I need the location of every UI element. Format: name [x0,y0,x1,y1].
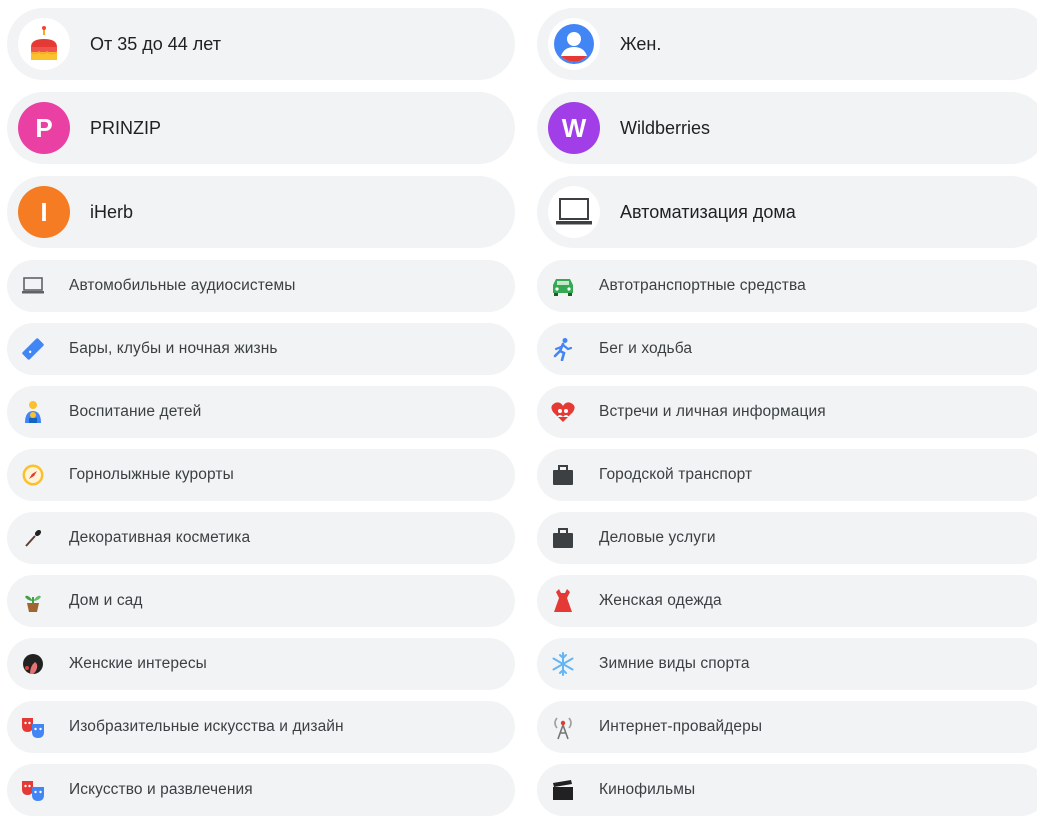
chip-interest[interactable]: Встречи и личная информация [537,386,1037,438]
makeup-brush-icon [19,524,47,552]
chip-interest[interactable]: Бары, клубы и ночная жизнь [7,323,515,375]
car-icon [549,272,577,300]
clapperboard-icon [549,776,577,804]
letter-avatar: W [548,102,600,154]
chip-label: Бары, клубы и ночная жизнь [69,340,278,357]
chip-label: Декоративная косметика [69,529,251,546]
birthday-cake-icon [18,18,70,70]
chip-interest[interactable]: Воспитание детей [7,386,515,438]
chip-interest[interactable]: Искусство и развлечения [7,764,515,816]
briefcase-icon [549,461,577,489]
chip-brand-prinzip[interactable]: P PRINZIP [7,92,515,164]
chip-label: Женские интересы [69,655,207,672]
chip-brand-wildberries[interactable]: W Wildberries [537,92,1037,164]
chip-interest[interactable]: Интернет-провайдеры [537,701,1037,753]
chip-label: Воспитание детей [69,403,202,420]
chip-label: Автомобильные аудиосистемы [69,277,296,294]
person-icon [548,18,600,70]
chip-label: Горнолыжные курорты [69,466,234,483]
theater-masks-icon [19,713,47,741]
chip-label: Автоматизация дома [620,201,796,222]
chip-label: Автотранспортные средства [599,277,806,294]
chip-label: Городской транспорт [599,466,753,483]
chip-interest[interactable]: Горнолыжные курорты [7,449,515,501]
chip-interest[interactable]: Женская одежда [537,575,1037,627]
laptop-icon [548,186,600,238]
chip-label: iHerb [90,201,134,222]
chip-interest-home-automation[interactable]: Автоматизация дома [537,176,1037,248]
chip-label: Зимние виды спорта [599,655,750,672]
chip-label: Кинофильмы [599,781,696,798]
chip-interest[interactable]: Женские интересы [7,638,515,690]
chip-interest[interactable]: Городской транспорт [537,449,1037,501]
woman-profile-icon [19,650,47,678]
chip-label: Изобразительные искусства и дизайн [69,718,344,735]
chip-label: Искусство и развлечения [69,781,253,798]
letter-avatar: I [18,186,70,238]
ticket-icon [19,335,47,363]
chip-label: Дом и сад [69,592,143,609]
chip-interest[interactable]: Зимние виды спорта [537,638,1037,690]
chip-label: PRINZIP [90,117,162,138]
chip-interest[interactable]: Дом и сад [7,575,515,627]
chip-label: Деловые услуги [599,529,716,546]
compass-icon [19,461,47,489]
heart-people-icon [549,398,577,426]
chip-interest[interactable]: Кинофильмы [537,764,1037,816]
chip-interest[interactable]: Автотранспортные средства [537,260,1037,312]
chip-label: От 35 до 44 лет [90,33,221,54]
runner-icon [549,335,577,363]
chip-label: Бег и ходьба [599,340,693,357]
chip-gender[interactable]: Жен. [537,8,1037,80]
dress-icon [549,587,577,615]
parent-child-icon [19,398,47,426]
chip-label: Женская одежда [599,592,722,609]
chip-interest[interactable]: Бег и ходьба [537,323,1037,375]
chip-label: Интернет-провайдеры [599,718,763,735]
chip-interest[interactable]: Декоративная косметика [7,512,515,564]
chip-age-range[interactable]: От 35 до 44 лет [7,8,515,80]
chip-label: Жен. [620,33,662,54]
chip-interest[interactable]: Изобразительные искусства и дизайн [7,701,515,753]
letter-avatar: P [18,102,70,154]
briefcase-icon [549,524,577,552]
potted-plant-icon [19,587,47,615]
chip-interest[interactable]: Автомобильные аудиосистемы [7,260,515,312]
snowflake-icon [549,650,577,678]
theater-masks-icon [19,776,47,804]
chip-label: Встречи и личная информация [599,403,826,420]
chip-brand-iherb[interactable]: I iHerb [7,176,515,248]
chip-label: Wildberries [620,117,711,138]
antenna-icon [549,713,577,741]
chip-interest[interactable]: Деловые услуги [537,512,1037,564]
laptop-icon [19,272,47,300]
